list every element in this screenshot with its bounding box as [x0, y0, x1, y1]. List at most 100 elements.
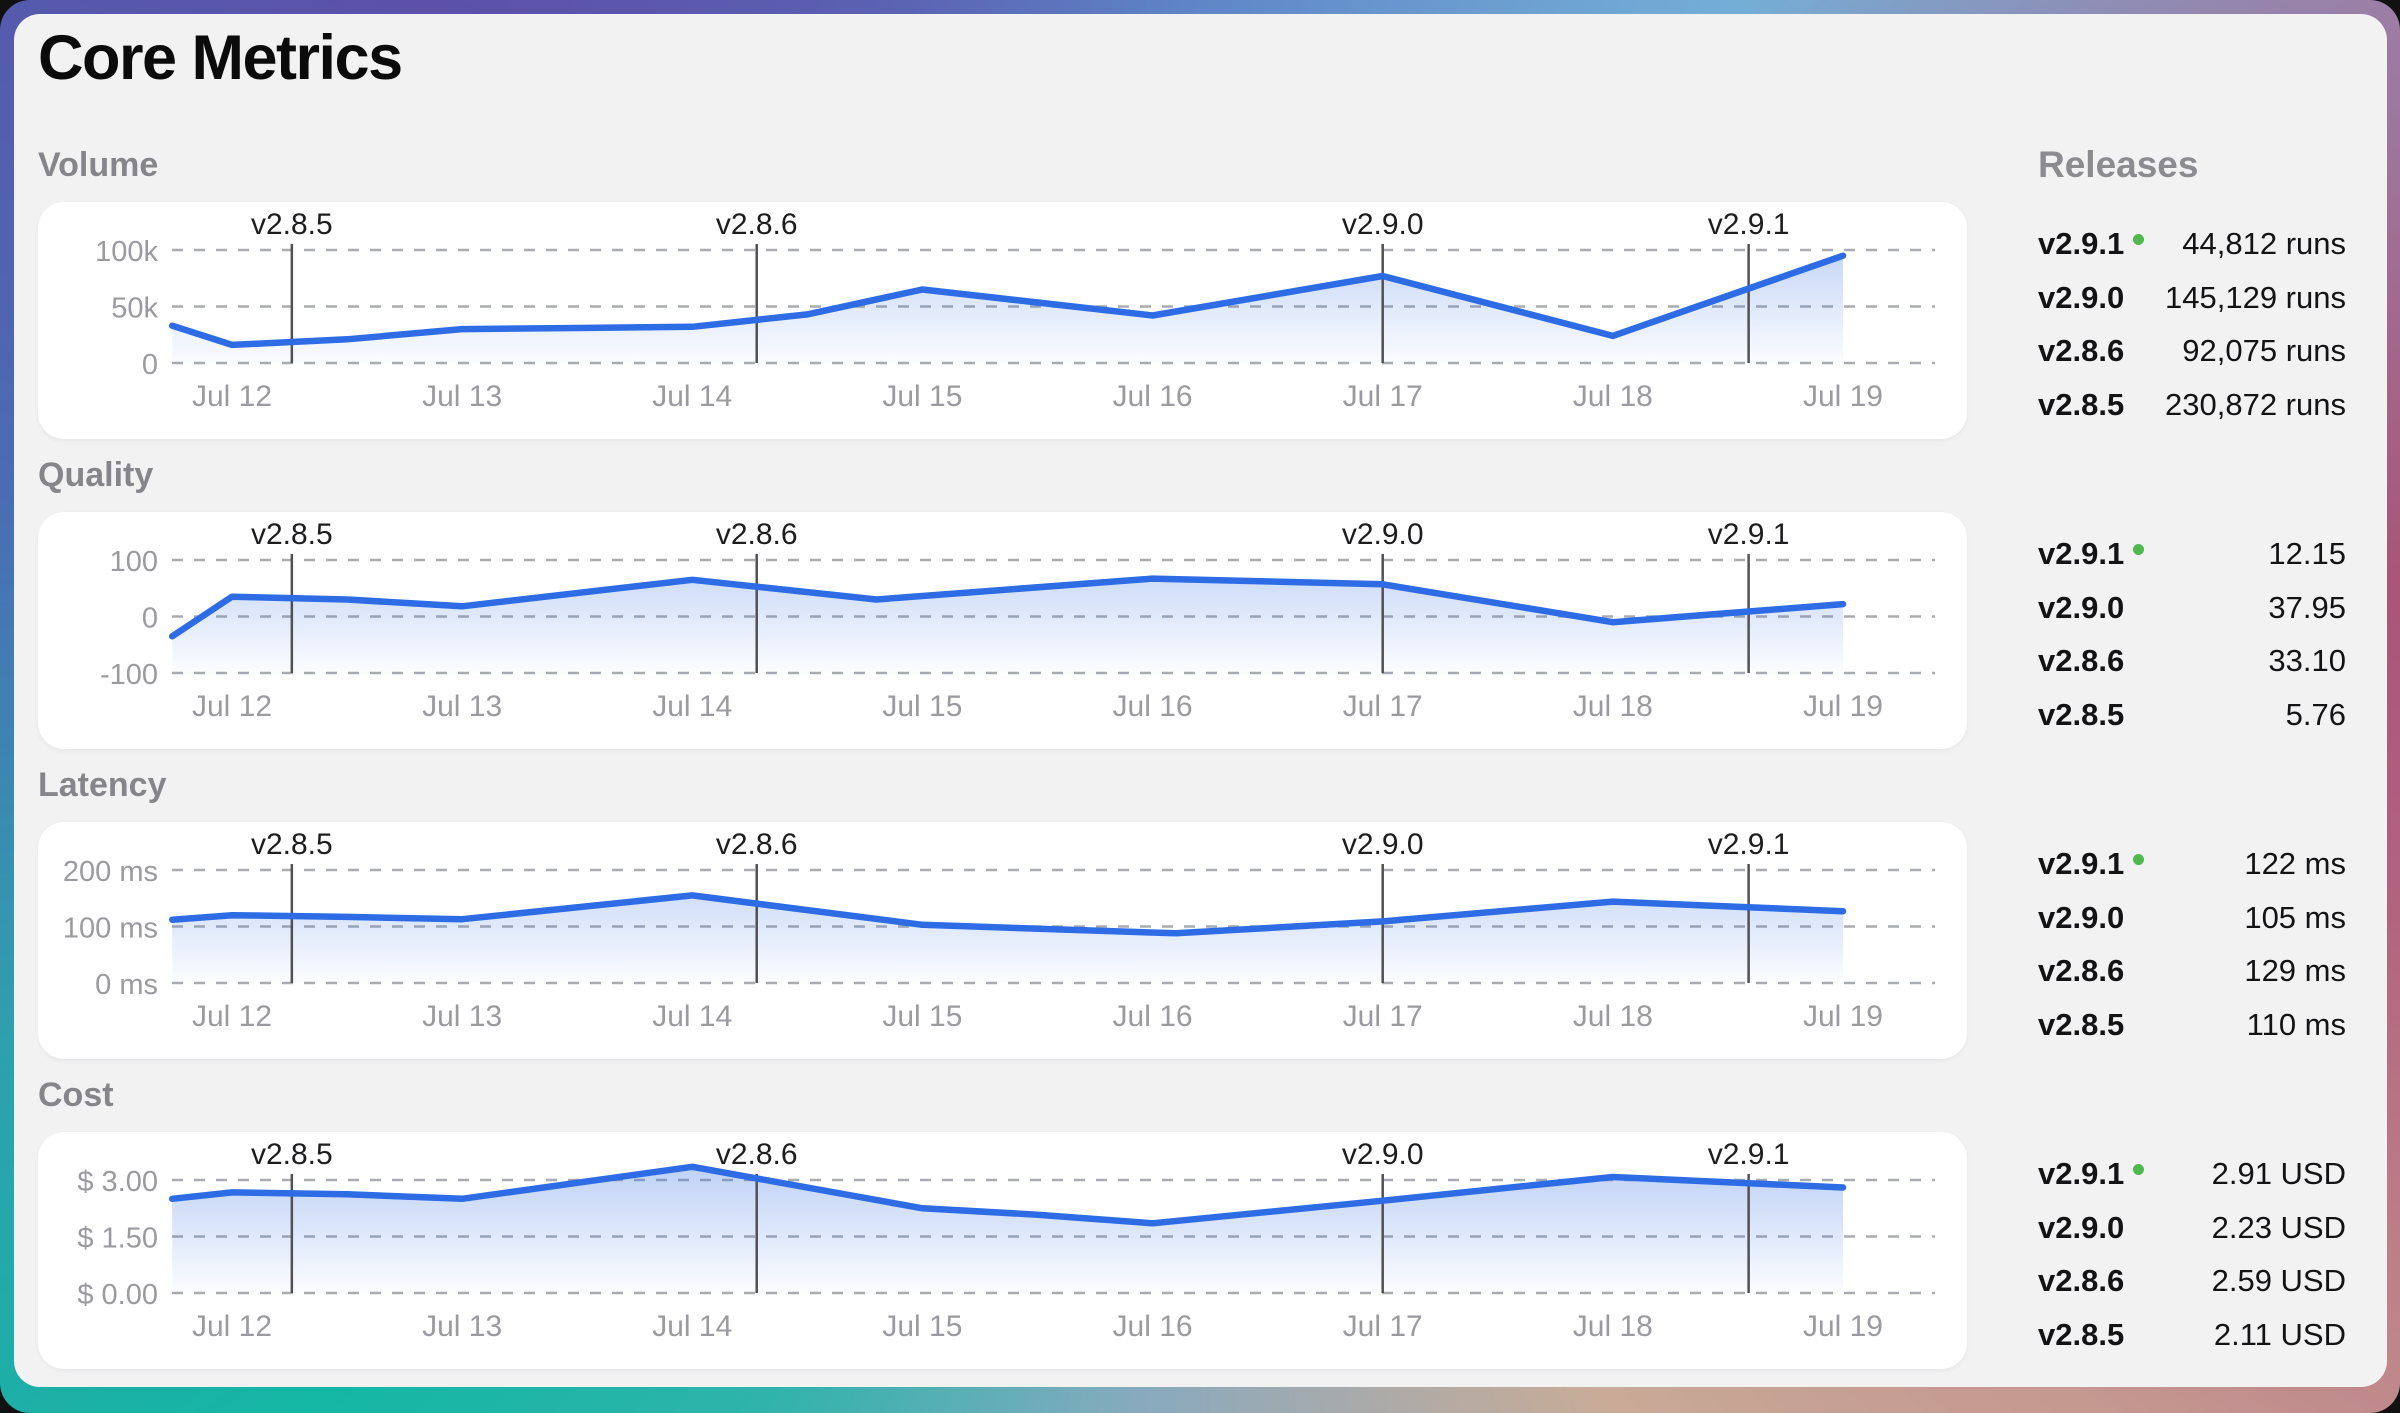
release-marker-label: v2.8.5	[251, 208, 333, 241]
quality-chart-card: 100 0 -100 v2.8.5 v2.8.6 v2.9.0 v2.9.1 Jul 12 Ju…	[38, 512, 1967, 749]
x-tick-label: Jul 18	[1573, 1000, 1653, 1033]
x-tick-label: Jul 18	[1573, 380, 1653, 413]
series-area	[172, 256, 1843, 363]
latest-release-dot	[2133, 854, 2144, 865]
release-row: v2.9.0 2.23 USD	[2038, 1204, 2346, 1252]
x-tick-label: Jul 18	[1573, 1310, 1653, 1343]
page-title: Core Metrics	[38, 22, 402, 94]
x-tick-label: Jul 13	[422, 380, 502, 413]
x-tick-label: Jul 16	[1113, 380, 1193, 413]
release-marker-label: v2.9.1	[1708, 518, 1790, 551]
release-version: v2.8.5	[2038, 387, 2124, 423]
latest-release-dot	[2133, 544, 2144, 555]
release-version: v2.8.5	[2038, 1007, 2124, 1043]
release-marker-label: v2.8.6	[716, 518, 798, 551]
release-value: 145,129 runs	[2165, 280, 2346, 316]
release-row: v2.8.6 129 ms	[2038, 947, 2346, 995]
release-row: v2.8.5 110 ms	[2038, 1001, 2346, 1049]
release-value: 2.11 USD	[2214, 1317, 2346, 1353]
release-marker-label: v2.8.6	[716, 828, 798, 861]
release-row: v2.8.5 230,872 runs	[2038, 381, 2346, 429]
volume-chart: 100k50k0v2.8.5v2.8.6v2.9.0v2.9.1Jul 12Ju…	[38, 202, 1967, 439]
release-row: v2.9.1122 ms	[2038, 840, 2346, 888]
latest-release-dot	[2133, 234, 2144, 245]
release-value: 2.23 USD	[2212, 1210, 2346, 1246]
y-tick-label: 50k	[111, 293, 158, 325]
release-version: v2.8.5	[2038, 697, 2124, 733]
release-marker-label: v2.8.6	[716, 208, 798, 241]
release-marker-label: v2.8.5	[251, 518, 333, 551]
y-tick-label: 0 ms	[95, 969, 158, 1001]
release-row: v2.9.12.91 USD	[2038, 1150, 2346, 1198]
release-version: v2.8.6	[2038, 953, 2124, 989]
volume-chart-card: 100k50k0v2.8.5v2.8.6v2.9.0v2.9.1Jul 12Ju…	[38, 202, 1967, 439]
release-row: v2.8.5 5.76	[2038, 691, 2346, 739]
x-tick-label: Jul 19	[1803, 1000, 1883, 1033]
y-tick-label: 200 ms	[63, 856, 158, 888]
section-label-quality: Quality	[38, 456, 153, 495]
release-value: 12.15	[2268, 536, 2346, 572]
release-marker-label: v2.9.0	[1342, 828, 1424, 861]
x-tick-label: Jul 15	[882, 1000, 962, 1033]
release-row: v2.8.52.11 USD	[2038, 1311, 2346, 1359]
release-version: v2.9.1	[2038, 536, 2144, 572]
quality-chart: 100 0 -100 v2.8.5 v2.8.6 v2.9.0 v2.9.1 Jul 12 Ju…	[38, 512, 1967, 749]
release-marker-label: v2.9.0	[1342, 518, 1424, 551]
release-value: 92,075 runs	[2182, 333, 2346, 369]
cost-chart-card: $ 3.00$ 1.50$ 0.00v2.8.5v2.8.6v2.9.0v2.9…	[38, 1132, 1967, 1369]
releases-panel-title: Releases	[2038, 144, 2198, 186]
y-tick-label: 0	[142, 603, 158, 635]
release-version: v2.9.0	[2038, 280, 2124, 316]
release-version: v2.9.1	[2038, 1156, 2144, 1192]
release-value: 110 ms	[2247, 1007, 2346, 1043]
y-tick-label: 100	[110, 546, 158, 578]
release-value: 5.76	[2286, 697, 2346, 733]
x-tick-label: Jul 17	[1343, 1310, 1423, 1343]
x-tick-label: Jul 14	[652, 380, 732, 413]
y-tick-label: -100	[100, 659, 158, 691]
x-tick-label: Jul 12	[192, 690, 272, 723]
release-version: v2.9.0	[2038, 1210, 2124, 1246]
series-area	[172, 1167, 1843, 1293]
release-value: 2.59 USD	[2212, 1263, 2346, 1299]
section-label-volume: Volume	[38, 146, 158, 185]
release-row: v2.9.0 105 ms	[2038, 894, 2346, 942]
latest-release-dot	[2133, 1164, 2144, 1175]
x-tick-label: Jul 13	[422, 1310, 502, 1343]
release-version: v2.9.0	[2038, 900, 2124, 936]
y-tick-label: $ 3.00	[77, 1166, 158, 1198]
x-tick-label: Jul 14	[652, 690, 732, 723]
x-tick-label: Jul 16	[1113, 690, 1193, 723]
x-tick-label: Jul 14	[652, 1000, 732, 1033]
y-tick-label: $ 0.00	[77, 1279, 158, 1311]
x-tick-label: Jul 14	[652, 1310, 732, 1343]
release-marker-label: v2.9.1	[1708, 1138, 1790, 1171]
release-marker-label: v2.9.0	[1342, 208, 1424, 241]
release-value: 105 ms	[2244, 900, 2346, 936]
release-row: v2.8.6 2.59 USD	[2038, 1257, 2346, 1305]
release-marker-label: v2.9.0	[1342, 1138, 1424, 1171]
release-value: 37.95	[2268, 590, 2346, 626]
x-tick-label: Jul 12	[192, 380, 272, 413]
release-value: 33.10	[2268, 643, 2346, 679]
x-tick-label: Jul 13	[422, 1000, 502, 1033]
x-tick-label: Jul 15	[882, 690, 962, 723]
release-marker-label: v2.8.5	[251, 1138, 333, 1171]
release-version: v2.8.6	[2038, 643, 2124, 679]
release-value: 129 ms	[2244, 953, 2346, 989]
x-tick-label: Jul 19	[1803, 380, 1883, 413]
y-tick-label: 0	[142, 349, 158, 381]
release-version: v2.8.6	[2038, 1263, 2124, 1299]
release-row: v2.8.6 33.10	[2038, 637, 2346, 685]
x-tick-label: Jul 15	[882, 380, 962, 413]
latency-chart-card: 200 ms100 ms0 msv2.8.5v2.8.6v2.9.0v2.9.1…	[38, 822, 1967, 1059]
x-tick-label: Jul 15	[882, 1310, 962, 1343]
section-label-latency: Latency	[38, 766, 167, 805]
release-marker-label: v2.9.1	[1708, 828, 1790, 861]
release-value: 230,872 runs	[2165, 387, 2346, 423]
release-row: v2.9.037.95	[2038, 584, 2346, 632]
release-value: 122 ms	[2244, 846, 2346, 882]
x-tick-label: Jul 16	[1113, 1310, 1193, 1343]
x-tick-label: Jul 19	[1803, 690, 1883, 723]
release-version: v2.9.1	[2038, 226, 2144, 262]
